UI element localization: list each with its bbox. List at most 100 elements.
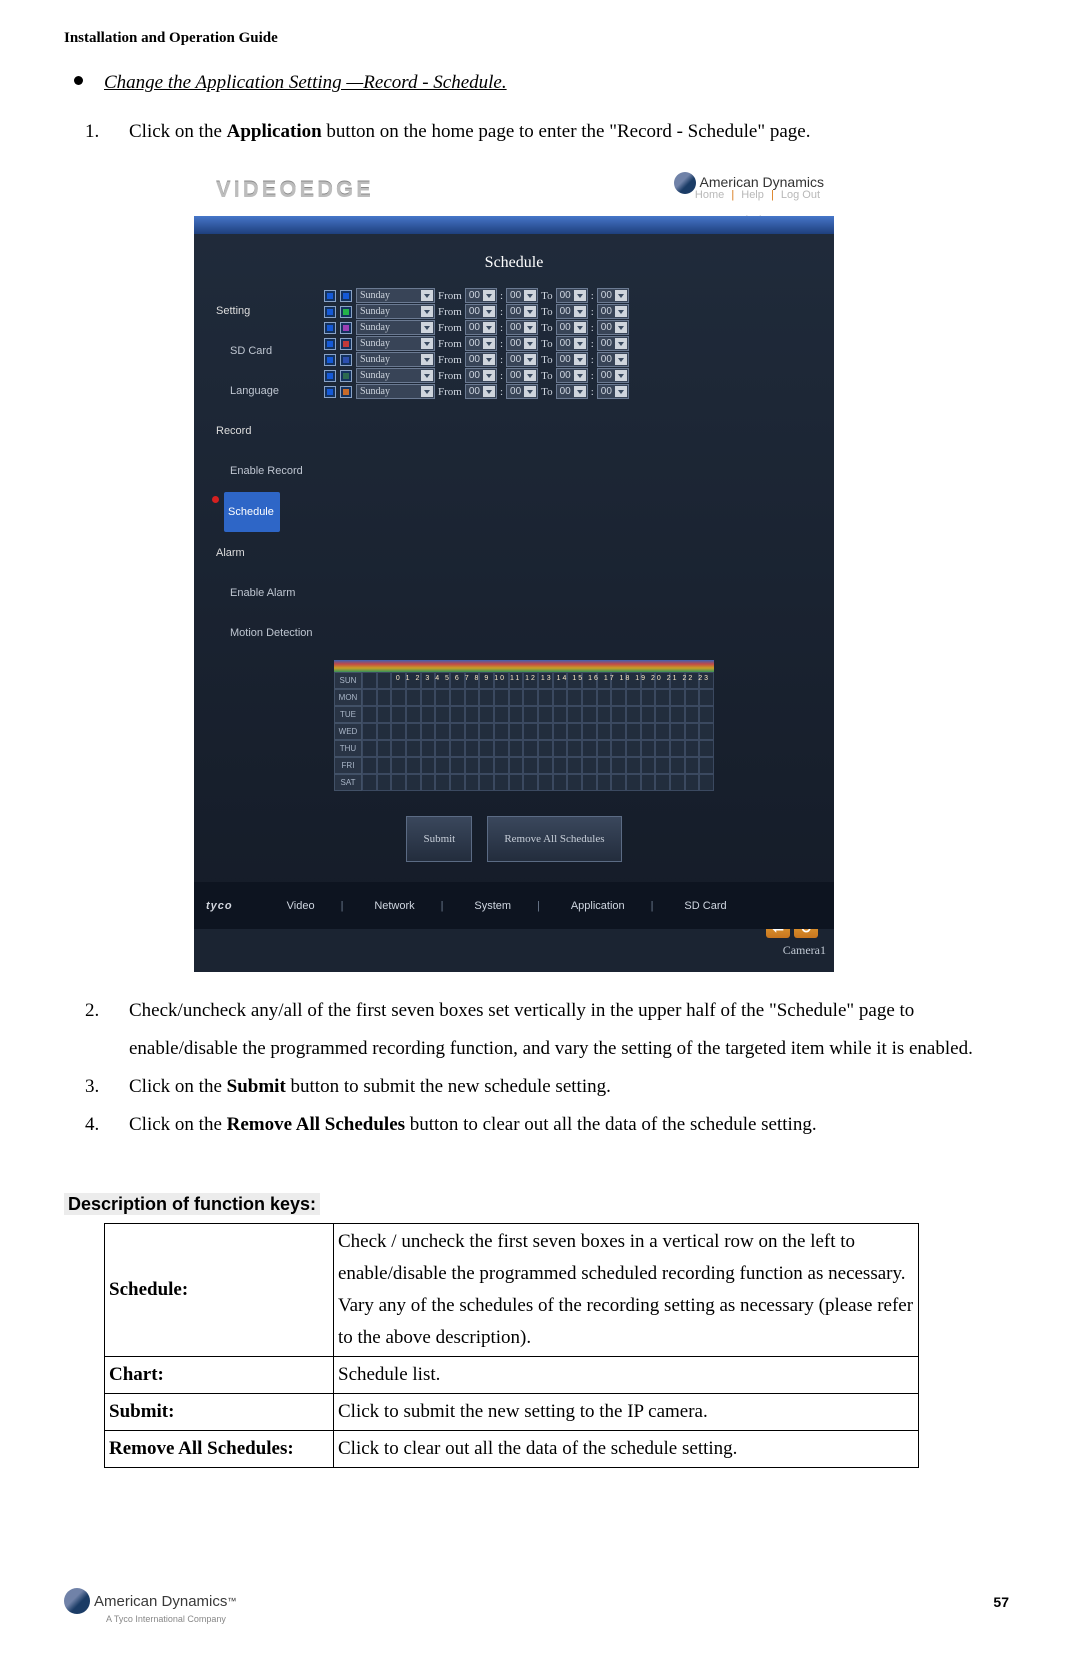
bottom-nav-item[interactable]: Video| <box>287 887 344 925</box>
chart-cell[interactable] <box>538 706 553 723</box>
chart-cell[interactable] <box>597 740 612 757</box>
chart-cell[interactable] <box>406 740 421 757</box>
chart-cell[interactable] <box>377 774 392 791</box>
chart-cell[interactable] <box>553 723 568 740</box>
chart-cell[interactable] <box>362 723 377 740</box>
chart-cell[interactable] <box>641 774 656 791</box>
chart-cell[interactable] <box>465 706 480 723</box>
sidebar-record[interactable]: Record <box>216 412 324 450</box>
chart-cell[interactable] <box>699 689 714 706</box>
chart-cell[interactable] <box>655 706 670 723</box>
chart-cell[interactable] <box>509 757 524 774</box>
chart-cell[interactable] <box>641 757 656 774</box>
chart-cell[interactable] <box>582 740 597 757</box>
chart-cell[interactable] <box>685 740 700 757</box>
chart-cell[interactable] <box>611 723 626 740</box>
chart-cell[interactable] <box>670 689 685 706</box>
chart-cell[interactable] <box>479 740 494 757</box>
chart-cell[interactable] <box>377 672 392 689</box>
chart-cell[interactable] <box>626 706 641 723</box>
sidebar-language[interactable]: Language <box>230 372 324 410</box>
chart-cell[interactable] <box>406 689 421 706</box>
chart-cell[interactable] <box>670 757 685 774</box>
chart-cell[interactable] <box>421 706 436 723</box>
enable-checkbox[interactable] <box>324 370 336 382</box>
day-select[interactable]: Sunday <box>356 384 435 399</box>
sidebar-enable-record[interactable]: Enable Record <box>230 452 324 490</box>
chart-cell[interactable] <box>611 757 626 774</box>
top-nav-logout[interactable]: Log Out <box>781 189 820 201</box>
chart-cell[interactable] <box>611 740 626 757</box>
chart-cell[interactable] <box>391 689 406 706</box>
chart-cell[interactable] <box>509 689 524 706</box>
chart-cell[interactable] <box>494 706 509 723</box>
chart-cell[interactable] <box>509 706 524 723</box>
chart-cell[interactable] <box>494 774 509 791</box>
chart-cell[interactable] <box>421 740 436 757</box>
chart-cell[interactable] <box>362 672 377 689</box>
chart-cell[interactable] <box>685 706 700 723</box>
chart-cell[interactable] <box>655 740 670 757</box>
chart-cell[interactable] <box>465 740 480 757</box>
chart-cell[interactable] <box>509 723 524 740</box>
chart-cell[interactable] <box>670 740 685 757</box>
chart-cell[interactable] <box>567 689 582 706</box>
chart-cell[interactable] <box>406 774 421 791</box>
enable-checkbox[interactable] <box>324 354 336 366</box>
chart-cell[interactable] <box>538 723 553 740</box>
chart-cell[interactable] <box>670 774 685 791</box>
chart-cell[interactable] <box>391 774 406 791</box>
sidebar-setting[interactable]: Setting <box>216 292 324 330</box>
chart-cell[interactable] <box>479 757 494 774</box>
chart-cell[interactable] <box>685 723 700 740</box>
sidebar-schedule-selected[interactable]: Schedule <box>224 492 280 532</box>
color-checkbox[interactable] <box>340 290 352 302</box>
chart-cell[interactable] <box>685 757 700 774</box>
chart-cell[interactable] <box>538 689 553 706</box>
chart-cell[interactable] <box>641 706 656 723</box>
chart-cell[interactable] <box>553 706 568 723</box>
chart-cell[interactable] <box>450 740 465 757</box>
chart-cell[interactable] <box>391 706 406 723</box>
chart-cell[interactable] <box>421 689 436 706</box>
chart-cell[interactable] <box>494 689 509 706</box>
chart-cell[interactable] <box>699 740 714 757</box>
chart-cell[interactable] <box>435 774 450 791</box>
chart-cell[interactable] <box>523 774 538 791</box>
chart-cell[interactable] <box>553 689 568 706</box>
chart-cell[interactable] <box>567 723 582 740</box>
chart-cell[interactable] <box>538 774 553 791</box>
bottom-nav-item[interactable]: System| <box>474 887 540 925</box>
from-min-select[interactable]: 00 <box>506 384 538 399</box>
chart-cell[interactable] <box>494 740 509 757</box>
chart-cell[interactable] <box>450 723 465 740</box>
chart-cell[interactable] <box>655 689 670 706</box>
chart-cell[interactable] <box>670 706 685 723</box>
chart-cell[interactable] <box>523 757 538 774</box>
chart-cell[interactable] <box>362 689 377 706</box>
chart-cell[interactable] <box>626 757 641 774</box>
chart-cell[interactable] <box>553 740 568 757</box>
chart-cell[interactable] <box>391 723 406 740</box>
to-min-select[interactable]: 00 <box>597 384 629 399</box>
chart-cell[interactable] <box>538 740 553 757</box>
chart-cell[interactable] <box>465 774 480 791</box>
chart-cell[interactable] <box>450 774 465 791</box>
chart-cell[interactable] <box>435 740 450 757</box>
chart-cell[interactable] <box>641 689 656 706</box>
color-checkbox[interactable] <box>340 338 352 350</box>
chart-cell[interactable] <box>641 723 656 740</box>
chart-cell[interactable] <box>377 740 392 757</box>
bottom-nav-item[interactable]: Network| <box>374 887 443 925</box>
chart-cell[interactable] <box>611 774 626 791</box>
enable-checkbox[interactable] <box>324 386 336 398</box>
chart-cell[interactable] <box>377 723 392 740</box>
chart-cell[interactable] <box>523 689 538 706</box>
chart-cell[interactable] <box>450 689 465 706</box>
chart-cell[interactable] <box>479 723 494 740</box>
chart-cell[interactable] <box>377 689 392 706</box>
chart-cell[interactable] <box>699 723 714 740</box>
chart-cell[interactable] <box>699 757 714 774</box>
chart-cell[interactable] <box>494 723 509 740</box>
chart-cell[interactable] <box>611 689 626 706</box>
